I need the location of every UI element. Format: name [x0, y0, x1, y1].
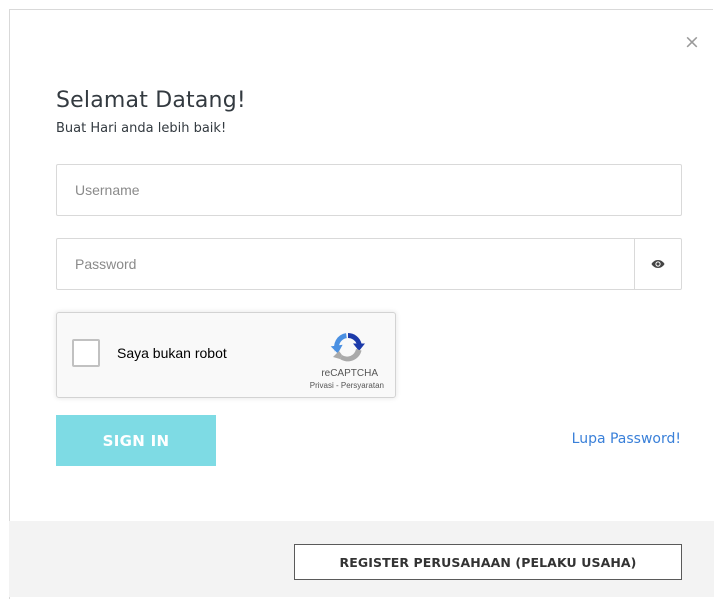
recaptcha-links-separator: -	[333, 381, 341, 390]
recaptcha-terms-link[interactable]: Persyaratan	[341, 381, 384, 390]
recaptcha-privacy-link[interactable]: Privasi	[310, 381, 334, 390]
recaptcha-links: Privasi - Persyaratan	[310, 381, 384, 390]
register-company-button[interactable]: REGISTER PERUSAHAAN (PELAKU USAHA)	[294, 544, 682, 580]
show-password-button[interactable]	[634, 239, 681, 289]
signin-button[interactable]: SIGN IN	[56, 415, 216, 466]
password-input[interactable]	[57, 239, 637, 289]
recaptcha-logo-icon	[330, 333, 365, 362]
recaptcha-label: Saya bukan robot	[117, 345, 227, 361]
password-field-wrapper	[56, 238, 682, 290]
close-icon[interactable]: ×	[684, 33, 700, 52]
eye-icon	[651, 260, 665, 268]
username-field-wrapper	[56, 164, 682, 216]
page-title: Selamat Datang!	[56, 88, 246, 113]
recaptcha-widget: Saya bukan robot reCAPTCHA Privasi - Per…	[56, 312, 396, 398]
username-input[interactable]	[57, 165, 681, 215]
recaptcha-brand: reCAPTCHA	[321, 368, 378, 379]
recaptcha-checkbox[interactable]	[72, 339, 100, 367]
forgot-password-link[interactable]: Lupa Password!	[572, 431, 681, 447]
page-subtitle: Buat Hari anda lebih baik!	[56, 121, 227, 136]
